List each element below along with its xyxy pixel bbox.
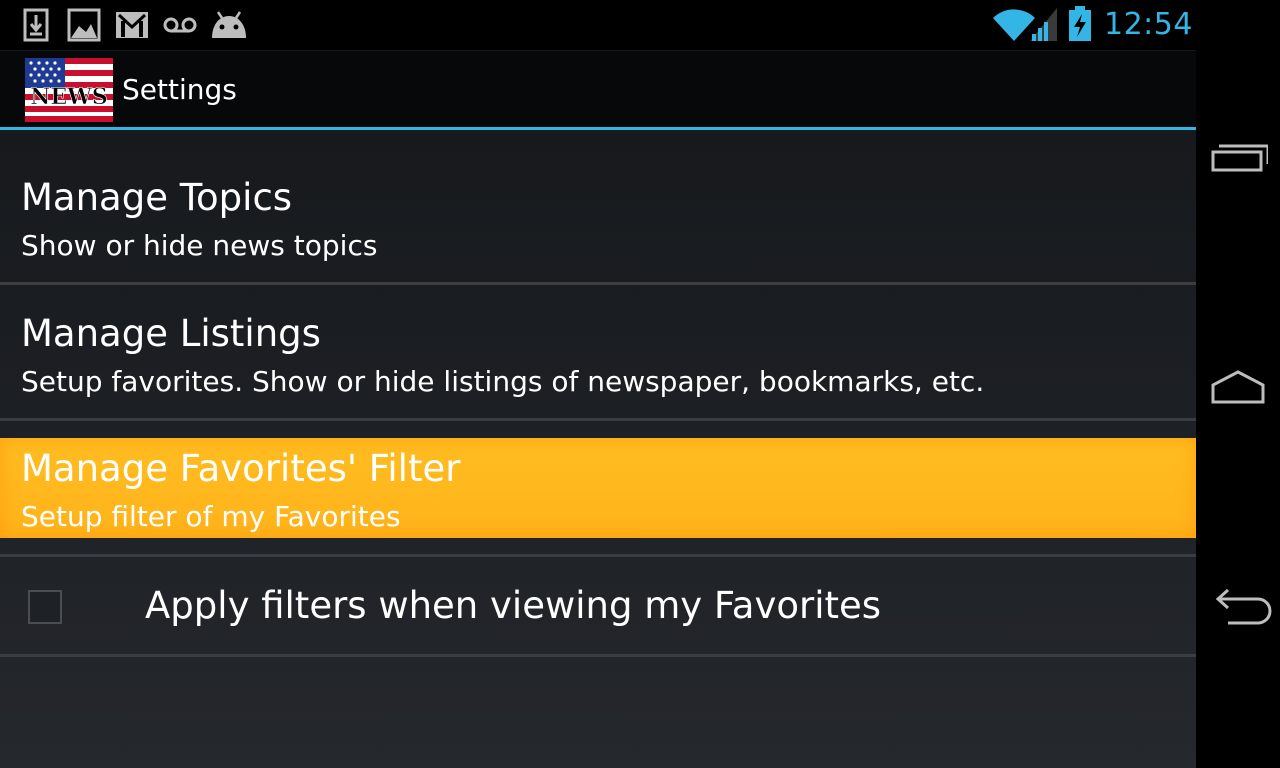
navigation-bar	[1196, 0, 1280, 768]
android-icon	[209, 8, 246, 42]
voicemail-icon	[162, 8, 198, 42]
apply-filters-checkbox[interactable]	[28, 590, 62, 624]
pref-manage-favorites-filter[interactable]: Manage Favorites' Filter Setup filter of…	[0, 438, 1196, 538]
signal-icon	[1030, 8, 1058, 46]
action-bar-divider	[0, 127, 1196, 130]
pref-summary: Setup favorites. Show or hide listings o…	[21, 365, 985, 398]
download-icon	[22, 8, 58, 42]
home-button[interactable]	[1196, 340, 1280, 430]
pref-manage-topics[interactable]: Manage Topics Show or hide news topics	[0, 131, 1196, 282]
app-icon-text: NEWS	[30, 84, 107, 110]
apply-filters-label: Apply filters when viewing my Favorites	[145, 584, 882, 627]
pref-summary: Show or hide news topics	[21, 229, 378, 262]
settings-screen: 12:54 NEWS Settings Manage Topics Show o…	[0, 0, 1196, 768]
action-bar: NEWS Settings	[0, 51, 1196, 127]
status-time: 12:54	[1104, 7, 1193, 42]
recent-apps-icon	[1211, 144, 1268, 172]
back-button[interactable]	[1196, 560, 1280, 650]
page-title: Settings	[122, 73, 237, 106]
news-flag-app-icon[interactable]: NEWS	[25, 58, 113, 122]
pref-title: Manage Listings	[21, 312, 321, 355]
gallery-icon	[67, 8, 103, 42]
pref-manage-listings[interactable]: Manage Listings Setup favorites. Show or…	[0, 285, 1196, 418]
battery-charging-icon	[1068, 6, 1092, 46]
pref-summary: Setup filter of my Favorites	[21, 500, 401, 533]
recent-apps-button[interactable]	[1196, 115, 1280, 205]
status-bar: 12:54	[0, 0, 1196, 50]
list-divider	[0, 654, 1196, 657]
back-icon	[1215, 588, 1272, 625]
gmail-icon	[114, 8, 150, 42]
pref-apply-filters[interactable]: Apply filters when viewing my Favorites	[0, 557, 1196, 654]
pref-title: Manage Topics	[21, 176, 293, 219]
pref-title: Manage Favorites' Filter	[21, 447, 461, 490]
list-divider	[0, 418, 1196, 421]
home-icon	[1211, 370, 1265, 404]
